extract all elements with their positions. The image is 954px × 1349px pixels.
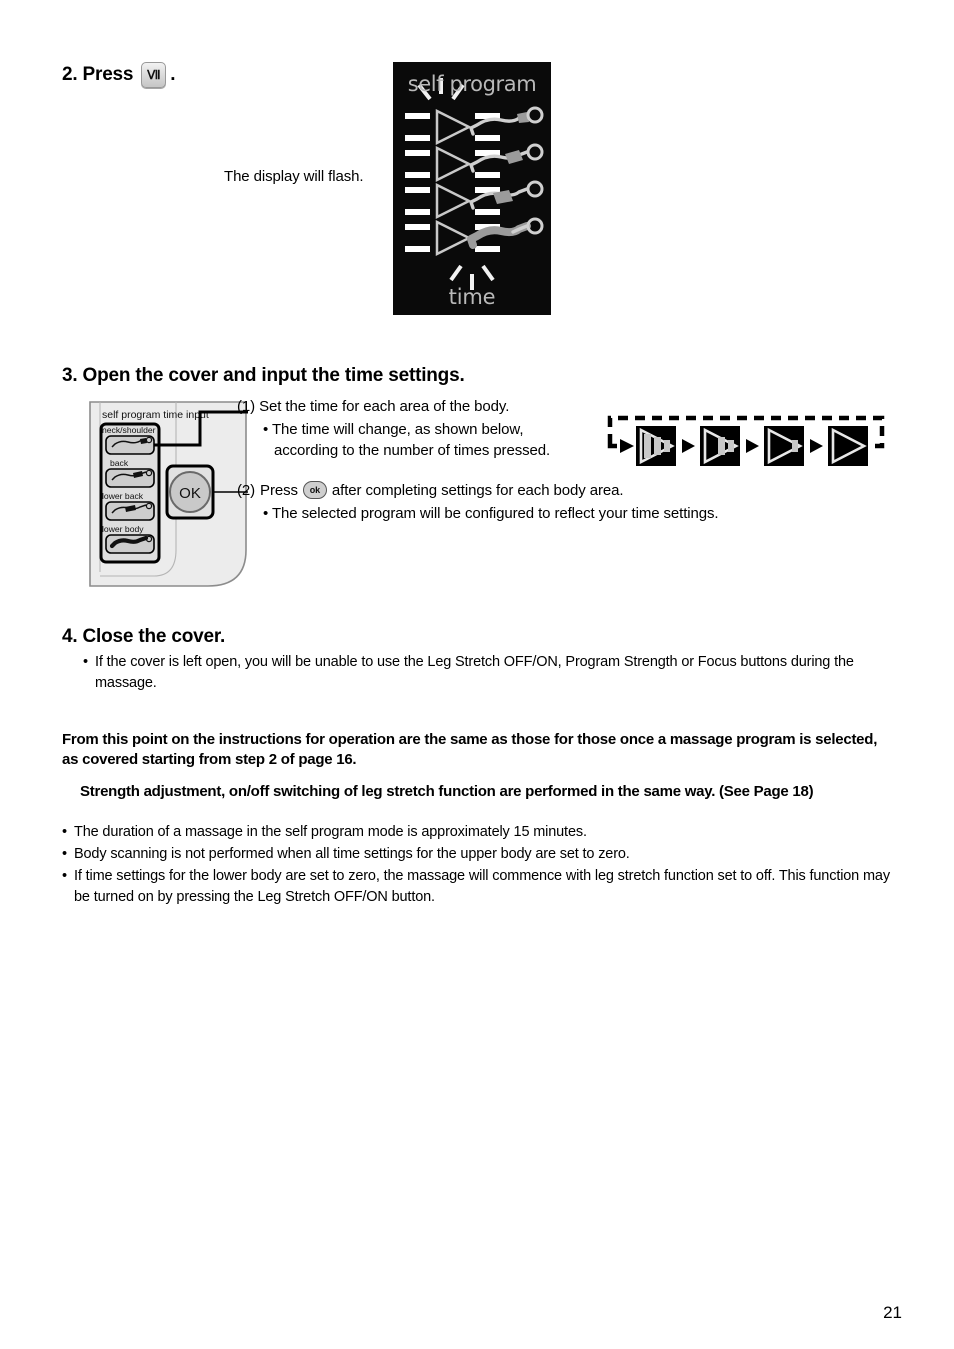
ok-button-icon[interactable]: ok [302,481,327,499]
time-progression-diagram [607,415,885,466]
lcd-row-lower-body [405,217,544,257]
step-4-bullet: • If the cover is left open, you will be… [83,652,893,694]
bullet-dot: • [83,654,88,670]
panel-title: self program time input [102,409,209,421]
final-bullet-text: Body scanning is not performed when all … [74,845,630,862]
instruction-2-sub: • The selected program will be configure… [263,505,719,522]
instruction-1-sub: • The time will change, as shown below, … [263,420,550,461]
control-panel-illustration: self program time input neck/shoulder ba… [89,401,248,587]
timeline-arrow-3-icon [810,439,823,453]
lcd-time-label: time [448,285,496,309]
list-item: • If time settings for the lower body ar… [62,866,902,910]
step-2-label: 2. Press [62,64,134,85]
instruction-1-sub-line1: • The time will change, as shown below, [263,421,524,438]
svg-text:neck/shoulder: neck/shoulder [102,425,156,435]
lcd-display-panel: self program time [393,62,551,315]
lcd-row-back [405,143,544,183]
instruction-1: (1) Set the time for each area of the bo… [237,398,509,415]
display-flash-caption: The display will flash. [224,168,364,185]
page-number: 21 [883,1303,902,1322]
time-state-1 [636,426,676,466]
bullet-dot: • [62,845,67,862]
instruction-2-text-after: after completing settings for each body … [331,481,624,499]
note-paragraph-2: Strength adjustment, on/off switching of… [80,782,814,800]
step-3-heading: 3. Open the cover and input the time set… [62,365,465,386]
instruction-1-sub-line2: according to the number of times pressed… [274,441,551,459]
step-4-heading: 4. Close the cover. [62,626,226,647]
list-item: • Body scanning is not performed when al… [62,844,902,866]
lcd-row-neck-shoulder [405,106,544,146]
final-bullets-list: • The duration of a massage in the self … [62,822,902,909]
time-state-2 [700,426,740,466]
timeline-entry-arrow-icon [620,439,634,453]
instruction-2-text-before: Press [260,481,298,499]
notes-block: From this point on the instructions for … [62,730,882,802]
svg-text:OK: OK [179,485,201,502]
instruction-2-number: (2) [237,481,256,499]
svg-text:back: back [110,458,129,468]
bullet-dot: • [62,867,67,884]
timeline-arrow-1-icon [682,439,695,453]
time-state-3 [764,426,804,466]
instruction-1-text: Set the time for each area of the body. [259,398,510,415]
final-bullet-text: The duration of a massage in the self pr… [74,824,587,840]
svg-text:lower back: lower back [102,491,144,501]
instruction-2: (2) Press ok after completing settings f… [237,481,624,499]
step-2-heading: 2. Press Ⅶ . [62,62,176,88]
svg-text:lower body: lower body [102,524,144,534]
time-state-4 [828,426,868,466]
program-key-icon[interactable]: Ⅶ [141,62,167,88]
note-paragraph-1: From this point on the instructions for … [62,731,878,768]
bullet-dot: • [62,824,67,840]
final-bullet-text: If time settings for the lower body are … [74,867,890,906]
step-2-period: . [170,64,176,85]
lcd-row-lower-back [405,180,544,220]
list-item: • The duration of a massage in the self … [62,822,902,844]
instruction-1-number: (1) [237,398,256,415]
step-4-bullet-text: If the cover is left open, you will be u… [95,654,854,692]
lcd-graphics [405,78,544,290]
timeline-arrow-2-icon [746,439,759,453]
lcd-title: self program [407,72,537,96]
